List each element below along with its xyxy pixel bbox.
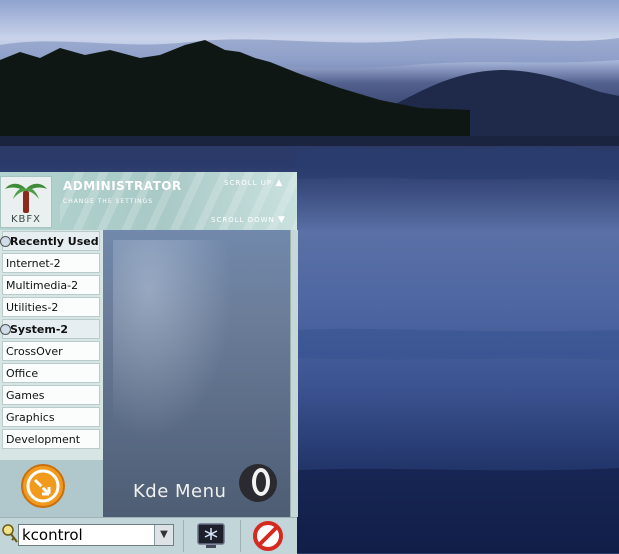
chevron-down-icon[interactable]: ▼ [154, 525, 173, 545]
divider [183, 520, 184, 552]
category-label: Multimedia-2 [6, 279, 79, 292]
menu-header: KBFX ADMINISTRATOR CHANGE THE SETTINGS S… [0, 172, 297, 231]
scroll-up-button[interactable]: SCROLL UP ▲ [224, 178, 283, 188]
category-label: Office [6, 367, 39, 380]
category-multimedia[interactable]: Multimedia-2 [2, 275, 100, 295]
run-command-combobox[interactable]: kcontrol ▼ [18, 524, 174, 546]
category-games[interactable]: Games [2, 385, 100, 405]
category-graphics[interactable]: Graphics [2, 407, 100, 427]
change-settings-link[interactable]: CHANGE THE SETTINGS [63, 198, 153, 205]
scroll-down-button[interactable]: SCROLL DOWN ▼ [211, 215, 286, 225]
preview-highlight [113, 240, 233, 440]
category-internet[interactable]: Internet-2 [2, 253, 100, 273]
category-label: Utilities-2 [6, 301, 59, 314]
category-recently-used[interactable]: Recently Used [0, 231, 100, 251]
no-entry-icon[interactable] [253, 521, 283, 551]
run-command-input[interactable]: kcontrol [22, 526, 83, 544]
radio-icon [0, 324, 11, 335]
category-system[interactable]: System-2 [0, 319, 100, 339]
category-office[interactable]: Office [2, 363, 100, 383]
category-label: Development [6, 433, 81, 446]
menu-bottom-bar: kcontrol ▼ [0, 517, 297, 554]
launch-area [0, 460, 103, 517]
category-crossover[interactable]: CrossOver [2, 341, 100, 361]
scroll-down-label: SCROLL DOWN [211, 216, 275, 224]
preview-scrollbar[interactable] [290, 230, 298, 517]
category-label: System-2 [10, 323, 69, 336]
category-label: Internet-2 [6, 257, 61, 270]
scroll-up-label: SCROLL UP [224, 179, 273, 187]
user-name: ADMINISTRATOR [63, 179, 182, 193]
ring-icon[interactable] [237, 462, 279, 504]
logo-text: KBFX [10, 214, 42, 225]
category-label: Graphics [6, 411, 55, 424]
arrow-down-icon: ▼ [278, 215, 286, 225]
category-label: CrossOver [6, 345, 63, 358]
magnifier-key-icon [2, 524, 18, 543]
kbfx-logo[interactable]: KBFX [0, 176, 52, 228]
category-label: Recently Used [10, 235, 99, 248]
radio-icon [0, 236, 11, 247]
category-label: Games [6, 389, 45, 402]
kbfx-start-menu: KBFX ADMINISTRATOR CHANGE THE SETTINGS S… [0, 172, 298, 554]
category-development[interactable]: Development [2, 429, 100, 449]
arrow-up-icon: ▲ [275, 178, 284, 188]
kde-menu-title: Kde Menu [133, 481, 227, 502]
category-utilities[interactable]: Utilities-2 [2, 297, 100, 317]
category-list: Recently Used Internet-2 Multimedia-2 Ut… [0, 230, 103, 460]
divider [240, 520, 241, 552]
orange-arrows-icon[interactable] [20, 463, 66, 509]
palm-tree-icon [5, 183, 47, 213]
monitor-lock-icon[interactable] [196, 522, 226, 550]
